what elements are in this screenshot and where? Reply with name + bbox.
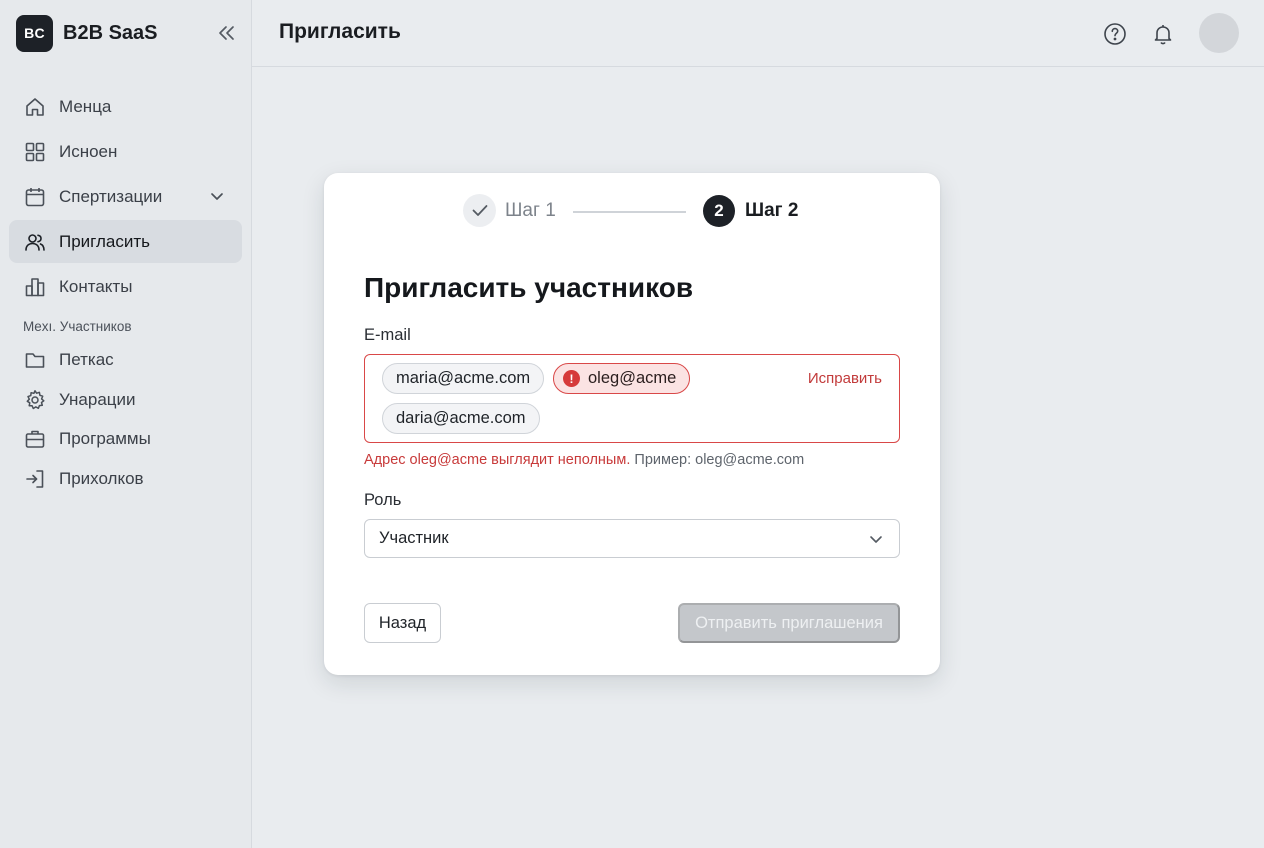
role-label: Роль [364,491,402,509]
error-message-text: Адрес oleg@acme выглядит неполным. [364,452,631,468]
collapse-sidebar-button[interactable] [214,22,238,44]
step-2-number: 2 [703,195,735,227]
email-chip-error[interactable]: ! oleg@acme [553,363,691,394]
email-error-message: Адрес oleg@acme выглядит неполным. Приме… [364,452,804,468]
sidebar-item-label: Программы [59,429,151,448]
step-2-label: Шаг 2 [745,200,799,221]
sidebar-item-calendar[interactable]: Спертизации [9,175,242,218]
calendar-icon [23,185,47,209]
page-title: Пригласить [279,20,401,43]
sidebar-item-label: Исноен [59,141,118,161]
brand-logo: BC [16,14,53,52]
home-icon [23,95,47,119]
email-label: E-mail [364,326,411,344]
email-chip-text: daria@acme.com [396,409,526,427]
sidebar-item-label: Петкас [59,350,114,369]
sidebar-item-programs[interactable]: Программы [9,420,242,458]
role-select-value: Участник [379,529,449,547]
chevron-down-icon [867,530,885,548]
sidebar-item-signin[interactable]: Прихолков [9,460,242,498]
sidebar-item-label: Менца [59,96,112,116]
invite-card: Шаг 1 2 Шаг 2 Пригласить участников E-ma… [324,173,940,675]
sidebar-item-home[interactable]: Менца [9,85,242,128]
gear-icon [23,388,47,412]
sidebar-item-invite[interactable]: Пригласить [9,220,242,263]
brand[interactable]: BC B2B SaaS [16,14,158,52]
sidebar-item-label: Прихолков [59,468,144,488]
email-tags-input[interactable]: maria@acme.com ! oleg@acme daria@acme.co… [364,354,900,443]
notifications-button[interactable] [1148,19,1178,49]
sidebar-item-label: Спертизации [59,186,163,206]
chevrons-left-icon [219,26,234,40]
email-chip-text: maria@acme.com [396,369,531,387]
sidebar-item-folders[interactable]: Петкас [9,341,242,379]
bell-icon [1154,25,1172,45]
form-title: Пригласить участников [364,272,694,303]
sidebar: BC B2B SaaS Менца Исноен Спертизации При… [0,0,252,848]
step-1-label: Шаг 1 [505,200,556,221]
bar-chart-icon [23,275,47,299]
step-connector [573,211,686,213]
stepper: Шаг 1 2 Шаг 2 [463,194,803,228]
grid-icon [23,140,47,164]
role-select[interactable]: Участник [364,519,900,558]
error-hint-text: Пример: oleg@acme.com [634,452,805,468]
step-1-done-indicator [463,194,496,227]
back-button[interactable]: Назад [364,603,441,643]
sidebar-item-label: Унарации [59,389,136,409]
sign-in-icon [23,467,47,491]
help-button[interactable] [1100,19,1130,49]
avatar[interactable] [1199,13,1239,53]
sidebar-item-grid[interactable]: Исноен [9,130,242,173]
users-icon [23,230,47,254]
brand-name: B2B SaaS [63,21,158,44]
sidebar-nav: Менца Исноен Спертизации Пригласить Конт… [9,85,242,499]
email-chip-text: oleg@acme [588,369,677,387]
briefcase-icon [23,427,47,451]
check-icon [472,205,487,216]
sidebar-section-label: Mexı. Участников [23,318,132,334]
sidebar-item-settings[interactable]: Унарации [9,381,242,419]
chevron-down-icon[interactable] [208,186,226,206]
top-header: Пригласить [252,0,1264,67]
email-chip[interactable]: maria@acme.com [382,363,545,394]
sidebar-section-items: Петкас Унарации Программы Прихолков [9,341,242,498]
send-invitations-button[interactable]: Отправить приглашения [678,603,900,643]
folder-icon [23,348,47,372]
fix-email-link[interactable]: Исправить [808,370,882,387]
sidebar-item-label: Пригласить [59,231,151,251]
help-icon [1104,23,1126,45]
sidebar-item-contacts[interactable]: Контакты [9,265,242,308]
email-chip[interactable]: daria@acme.com [382,403,540,434]
error-icon: ! [563,370,580,387]
sidebar-item-label: Контакты [59,276,133,296]
